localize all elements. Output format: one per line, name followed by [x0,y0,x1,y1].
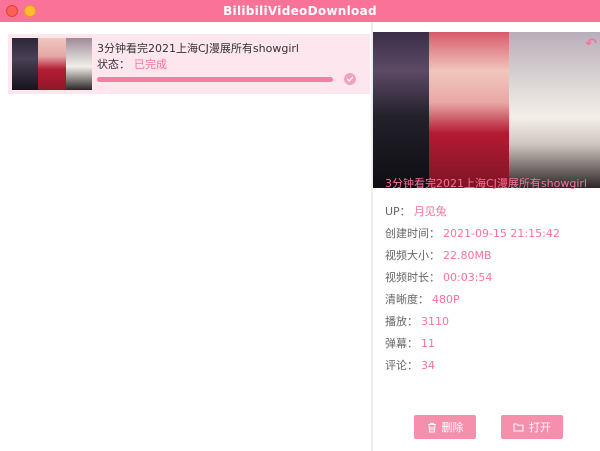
download-list: 3分钟看完2021上海CJ漫展所有showgirl 状态： 已完成 [0,22,372,451]
item-title: 3分钟看完2021上海CJ漫展所有showgirl [97,42,299,55]
detail-title: 3分钟看完2021上海CJ漫展所有showgirl [385,177,587,190]
thumbnail-frame [12,38,38,90]
row-label: 视频时长： [385,271,440,284]
row-label: UP： [385,205,411,218]
detail-row-danmaku: 弹幕： 11 [385,335,435,351]
delete-button[interactable]: 删除 [414,415,476,439]
row-value: 480P [432,293,460,306]
row-label: 播放： [385,315,418,328]
folder-icon [513,422,524,432]
preview-frame [429,32,509,188]
row-value: 34 [421,359,435,372]
detail-row-created: 创建时间： 2021-09-15 21:15:42 [385,225,560,241]
download-progress-fill [97,77,333,82]
preview-frame [509,32,600,188]
row-label: 评论： [385,359,418,372]
trash-icon [427,422,437,433]
detail-row-views: 播放： 3110 [385,313,449,329]
row-value: 月见兔 [413,205,447,218]
row-label: 清晰度： [385,293,429,306]
row-label: 弹幕： [385,337,418,350]
detail-panel: ↶ 3分钟看完2021上海CJ漫展所有showgirl UP： 月见兔 创建时间：… [372,22,600,451]
row-label: 视频大小： [385,249,440,262]
open-button-label: 打开 [529,421,551,434]
video-thumbnail [12,38,92,90]
open-button[interactable]: 打开 [501,415,563,439]
title-bar: BilibiliVideoDownload [0,0,600,22]
close-window-icon[interactable] [6,5,18,17]
detail-row-quality: 清晰度： 480P [385,291,460,307]
app-title: BilibiliVideoDownload [223,4,377,18]
detail-row-duration: 视频时长： 00:03:54 [385,269,492,285]
download-progress-bar [97,77,333,82]
row-value: 2021-09-15 21:15:42 [443,227,560,240]
row-value: 22.80MB [443,249,492,262]
row-value: 00:03:54 [443,271,493,284]
row-label: 创建时间： [385,227,440,240]
thumbnail-frame [38,38,66,90]
check-icon [344,73,356,85]
preview-frame [373,32,429,188]
video-preview: ↶ [373,32,600,188]
detail-row-up: UP： 月见兔 [385,203,447,219]
thumbnail-frame [66,38,92,90]
detail-row-size: 视频大小： 22.80MB [385,247,492,263]
item-status: 状态： 已完成 [97,56,167,72]
status-label: 状态： [97,58,130,71]
status-value: 已完成 [134,58,167,71]
list-item[interactable]: 3分钟看完2021上海CJ漫展所有showgirl 状态： 已完成 [8,34,370,94]
minimize-window-icon[interactable] [24,5,36,17]
back-arrow-icon[interactable]: ↶ [585,36,597,52]
row-value: 3110 [421,315,449,328]
delete-button-label: 删除 [441,421,464,434]
row-value: 11 [421,337,435,350]
detail-row-comments: 评论： 34 [385,357,435,373]
